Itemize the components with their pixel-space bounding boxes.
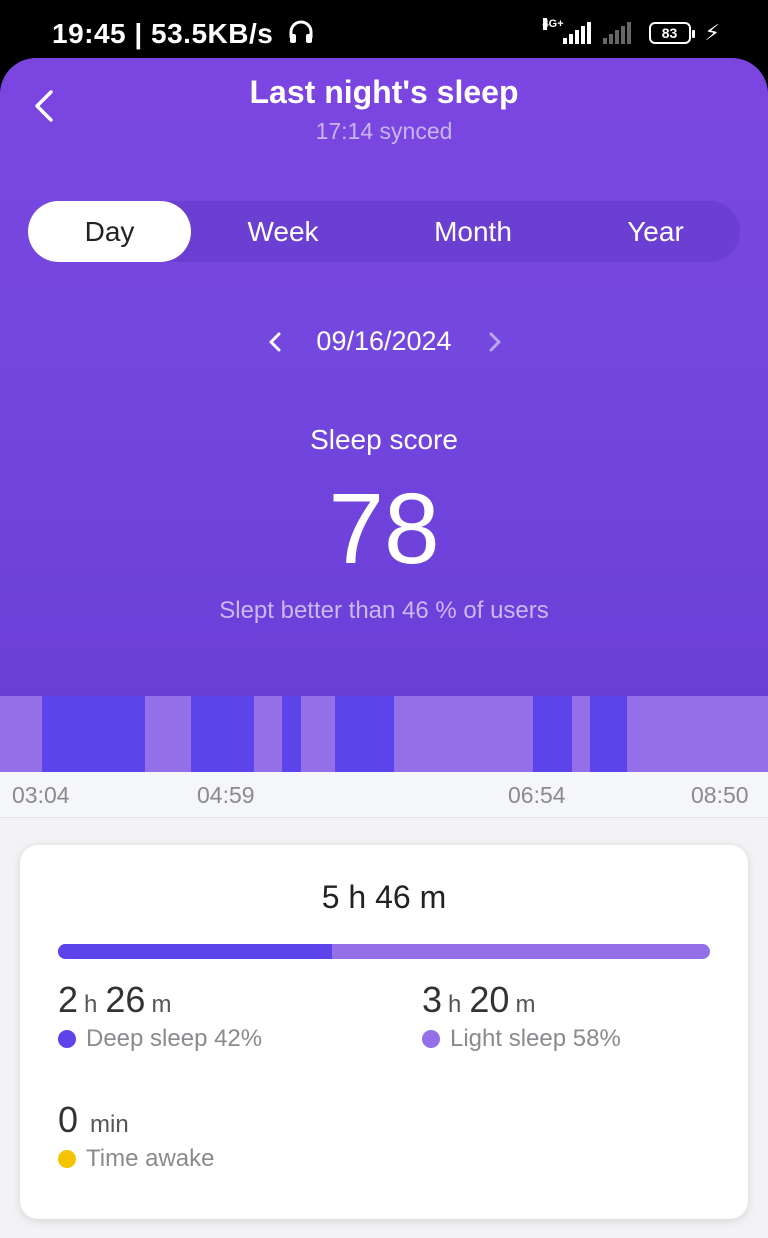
deep-sleep-segment: [281, 696, 301, 772]
awake-value: 0: [58, 1099, 79, 1140]
timeline-axis: 03:04 04:59 06:54 08:50: [0, 772, 768, 818]
time-tick: 03:04: [12, 782, 70, 808]
awake-dot-icon: [58, 1150, 76, 1168]
deep-sleep-segment: [42, 696, 146, 772]
signal-icon: 4G+: [542, 18, 591, 44]
network-type: 4G+: [542, 18, 564, 30]
sync-status: 17:14 synced: [315, 118, 453, 144]
deep-sleep-label: Deep sleep 42%: [86, 1025, 263, 1052]
tab-month[interactable]: Month: [398, 201, 548, 262]
deep-sleep-segment: [190, 696, 255, 772]
status-left: 19:45 | 53.5KB/s: [52, 18, 314, 50]
summary-section: 5 h 46 m 2 h 26 m Deep sleep 42% 3 h 20 m Ligh…: [0, 818, 768, 1238]
light-hours: 3: [422, 979, 443, 1020]
deep-sleep-fill: [58, 944, 332, 959]
battery-icon: 83: [648, 22, 695, 44]
signal-empty-icon: [599, 22, 631, 44]
date-navigator: 09/16/2024: [0, 322, 768, 362]
light-sleep-label: Light sleep 58%: [450, 1025, 621, 1052]
time-tick: 04:59: [197, 782, 255, 808]
sleep-stage-timeline: [0, 696, 768, 772]
period-tabs: Day Week Month Year: [28, 201, 740, 262]
deep-sleep-segment: [590, 696, 628, 772]
status-right: 4G+ 83 ⚡: [542, 18, 720, 46]
deep-minutes: 26: [105, 979, 146, 1020]
tab-year[interactable]: Year: [598, 201, 713, 262]
battery-level: 83: [661, 25, 678, 41]
light-sleep-segment: [0, 696, 42, 772]
tab-week[interactable]: Week: [213, 201, 353, 262]
current-date: 09/16/2024: [316, 326, 452, 356]
light-minutes: 20: [469, 979, 510, 1020]
light-sleep-segment: [146, 696, 190, 772]
deep-sleep-stat: 2 h 26 m Deep sleep 42%: [58, 979, 263, 1052]
light-sleep-dot-icon: [422, 1030, 440, 1048]
sleep-score-comparison: Slept better than 46 % of users: [219, 597, 549, 624]
deep-sleep-segment: [335, 696, 395, 772]
deep-sleep-segment: [532, 696, 572, 772]
light-sleep-segment: [395, 696, 532, 772]
time-tick: 08:50: [691, 782, 749, 808]
sleep-score-label: Sleep score: [310, 424, 458, 455]
page-title: Last night's sleep: [249, 74, 519, 110]
sleep-header: Last night's sleep 17:14 synced Day Week…: [0, 58, 768, 696]
light-sleep-segment: [255, 696, 281, 772]
sleep-score-value: 78: [328, 473, 440, 585]
charging-bolt-icon: ⚡: [704, 20, 720, 45]
clock: 19:45: [52, 18, 127, 49]
light-sleep-segment: [301, 696, 335, 772]
headphone-icon: [289, 20, 313, 43]
chevron-right-icon[interactable]: [480, 328, 508, 356]
network-speed: 53.5KB/s: [151, 18, 274, 49]
sleep-summary-card: 5 h 46 m 2 h 26 m Deep sleep 42% 3 h 20 m Ligh…: [20, 845, 748, 1219]
total-sleep-duration: 5 h 46 m: [321, 879, 447, 915]
awake-label: Time awake: [86, 1145, 215, 1172]
light-sleep-segment: [572, 696, 590, 772]
light-sleep-segment: [628, 696, 767, 772]
awake-stat: 0 min Time awake: [58, 1099, 215, 1172]
sleep-ratio-bar: [58, 944, 710, 959]
deep-sleep-dot-icon: [58, 1030, 76, 1048]
time-tick: 06:54: [508, 782, 566, 808]
deep-hours: 2: [58, 979, 79, 1020]
light-sleep-stat: 3 h 20 m Light sleep 58%: [422, 979, 621, 1052]
tab-day[interactable]: Day: [28, 201, 191, 262]
